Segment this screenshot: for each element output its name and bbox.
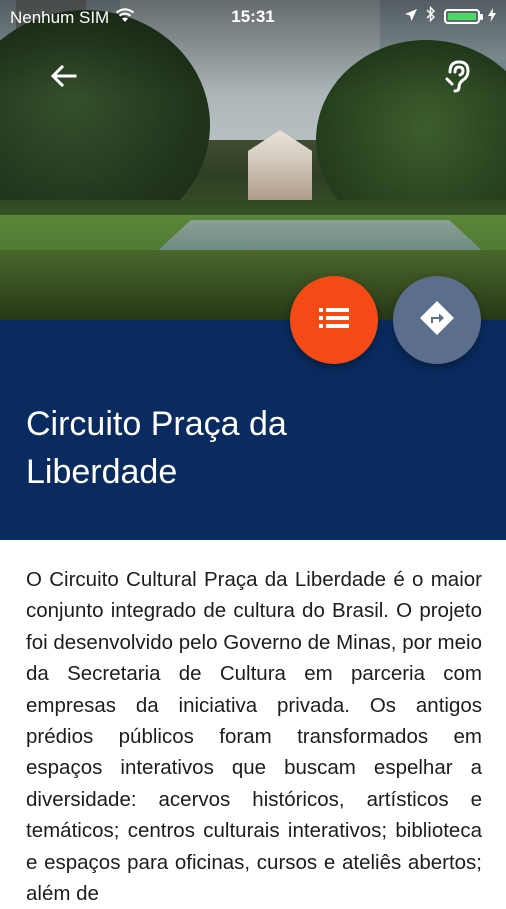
- back-button[interactable]: [44, 58, 84, 98]
- page-title: Circuito Praça da Liberdade: [26, 405, 287, 491]
- directions-icon: [420, 300, 454, 340]
- charging-icon: [488, 7, 496, 27]
- status-right: [404, 5, 496, 27]
- hero-image: [0, 0, 506, 320]
- status-bar: Nenhum SIM 15:31: [0, 0, 506, 34]
- list-icon: [319, 307, 349, 334]
- accessibility-audio-button[interactable]: [436, 56, 480, 100]
- location-arrow-icon: [404, 7, 418, 27]
- hearing-icon: [443, 59, 473, 98]
- battery-fill: [448, 13, 476, 20]
- arrow-left-icon: [50, 64, 77, 92]
- description-text: O Circuito Cultural Praça da Liberdade é…: [26, 568, 482, 906]
- hero-shade: [0, 0, 506, 320]
- battery-icon: [444, 9, 483, 24]
- list-button[interactable]: [290, 276, 378, 364]
- bluetooth-icon: [426, 5, 436, 27]
- directions-button[interactable]: [393, 276, 481, 364]
